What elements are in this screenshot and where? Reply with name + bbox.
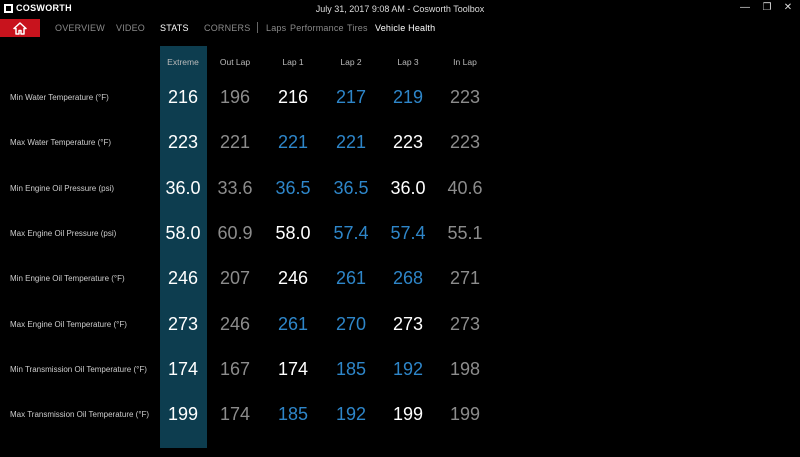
table-cell: 261	[335, 268, 367, 289]
table-cell: 57.4	[390, 222, 426, 243]
table-cell: 192	[392, 358, 424, 379]
table-cell: 270	[335, 313, 367, 334]
table-cell: 199	[449, 404, 481, 425]
table-cell: 58.0	[165, 222, 201, 243]
table-cell: 192	[335, 404, 367, 425]
table-cell: 268	[392, 268, 424, 289]
table-cell: 246	[219, 313, 251, 334]
table-cell: 185	[335, 358, 367, 379]
table-cell: 223	[167, 132, 199, 153]
table-cell: 198	[449, 358, 481, 379]
column-header-extreme: Extreme	[167, 57, 199, 67]
table-cell: 223	[392, 132, 424, 153]
table-cell: 33.6	[217, 177, 253, 198]
subtab-laps[interactable]: Laps	[266, 23, 286, 33]
subtab-vehicle-health[interactable]: Vehicle Health	[375, 23, 435, 33]
restore-button[interactable]: ❐	[760, 2, 774, 13]
row-label: Max Engine Oil Temperature (°F)	[10, 319, 127, 329]
nav-bar: OVERVIEW VIDEO STATS CORNERS Laps Perfor…	[0, 19, 800, 37]
column-header-lap-2: Lap 2	[340, 57, 362, 67]
tab-overview[interactable]: OVERVIEW	[55, 23, 105, 33]
row-label: Max Engine Oil Pressure (psi)	[10, 228, 117, 238]
table-cell: 174	[277, 358, 309, 379]
table-cell: 219	[392, 87, 424, 107]
row-label: Min Transmission Oil Temperature (°F)	[10, 364, 147, 374]
table-cell: 40.6	[447, 177, 483, 198]
subtab-performance[interactable]: Performance	[290, 23, 344, 33]
table-cell: 174	[167, 358, 199, 379]
row-label: Min Water Temperature (°F)	[10, 93, 109, 102]
tab-corners[interactable]: CORNERS	[204, 23, 250, 33]
table-cell: 246	[277, 268, 309, 289]
table-cell: 57.4	[333, 222, 369, 243]
table-cell: 216	[167, 87, 199, 107]
minimize-button[interactable]: —	[738, 2, 752, 13]
subtab-tires[interactable]: Tires	[347, 23, 368, 33]
nav-divider	[257, 22, 258, 33]
row-label: Max Water Temperature (°F)	[10, 138, 111, 148]
column-header-lap-3: Lap 3	[397, 57, 419, 67]
column-header-lap-1: Lap 1	[282, 57, 304, 67]
row-label: Max Transmission Oil Temperature (°F)	[10, 410, 150, 420]
table-cell: 261	[277, 313, 309, 334]
close-button[interactable]: ✕	[781, 2, 795, 13]
table-cell: 221	[277, 132, 309, 153]
window-title: July 31, 2017 9:08 AM - Cosworth Toolbox	[315, 4, 485, 14]
table-cell: 36.0	[165, 177, 201, 198]
home-button[interactable]	[0, 19, 40, 37]
title-bar: COSWORTH July 31, 2017 9:08 AM - Coswort…	[0, 0, 800, 18]
table-cell: 273	[167, 313, 199, 334]
tab-stats[interactable]: STATS	[160, 23, 189, 33]
table-cell: 216	[277, 87, 309, 107]
table-cell: 167	[219, 358, 251, 379]
column-header-in-lap: In Lap	[453, 57, 477, 67]
row-label: Min Engine Oil Temperature (°F)	[10, 274, 125, 284]
table-cell: 271	[449, 268, 481, 289]
table-cell: 60.9	[217, 222, 253, 243]
table-cell: 36.5	[275, 177, 311, 198]
table-cell: 36.5	[333, 177, 369, 198]
table-cell: 174	[219, 404, 251, 425]
table-cell: 273	[449, 313, 481, 334]
table-cell: 246	[167, 268, 199, 289]
table-cell: 207	[219, 268, 251, 289]
table-cell: 221	[219, 132, 251, 153]
table-cell: 199	[392, 404, 424, 425]
tab-video[interactable]: VIDEO	[116, 23, 145, 33]
table-cell: 55.1	[447, 222, 483, 243]
table-cell: 185	[277, 404, 309, 425]
table-cell: 217	[335, 87, 367, 107]
table-cell: 58.0	[275, 222, 311, 243]
column-header-out-lap: Out Lap	[219, 57, 251, 67]
table-cell: 36.0	[390, 177, 426, 198]
table-cell: 223	[449, 132, 481, 153]
table-cell: 221	[335, 132, 367, 153]
table-cell: 273	[392, 313, 424, 334]
row-label: Min Engine Oil Pressure (psi)	[10, 183, 115, 193]
table-cell: 196	[219, 87, 251, 107]
home-icon	[13, 21, 27, 35]
table-cell: 223	[449, 87, 481, 107]
table-cell: 199	[167, 404, 199, 425]
